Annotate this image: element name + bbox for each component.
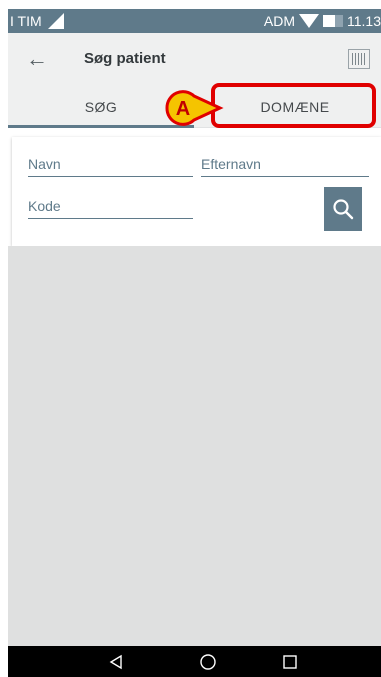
barcode-scanner-icon[interactable] [348, 49, 370, 69]
search-button[interactable] [324, 187, 362, 231]
first-name-input[interactable] [28, 137, 193, 177]
last-name-input[interactable] [201, 137, 369, 177]
page-title: Søg patient [84, 50, 166, 67]
screen-border [0, 0, 8, 677]
status-right-group: ADM 11.13 [264, 13, 381, 29]
operator-label: ADM [263, 13, 295, 29]
status-bar: I TIM ADM 11.13 [8, 9, 381, 33]
last-name-field [201, 137, 369, 177]
code-field [28, 179, 193, 219]
results-area [8, 246, 381, 646]
battery-icon [323, 15, 343, 27]
back-triangle-icon[interactable] [96, 646, 136, 677]
code-input[interactable] [28, 179, 193, 219]
recents-square-icon[interactable] [270, 646, 310, 677]
tab-selected-indicator [8, 125, 194, 128]
tab-domain[interactable]: DOMÆNE [213, 86, 377, 128]
first-name-field [28, 137, 193, 177]
app-bar: ← Søg patient [8, 33, 381, 86]
clock-label: 11.13 [347, 13, 381, 29]
device-screen: I TIM ADM 11.13 ← Søg patient SØG DOMÆNE… [0, 0, 381, 677]
wifi-icon [299, 14, 319, 28]
search-form-card [12, 137, 381, 246]
search-icon [333, 199, 354, 220]
arrow-left-icon[interactable]: ← [26, 46, 48, 72]
home-circle-icon[interactable] [188, 646, 228, 677]
tab-search[interactable]: SØG [8, 86, 194, 128]
tab-bar: SØG DOMÆNE [8, 86, 381, 128]
system-nav-bar [8, 646, 381, 677]
carrier-label: I TIM [10, 13, 42, 29]
signal-icon [48, 13, 64, 29]
